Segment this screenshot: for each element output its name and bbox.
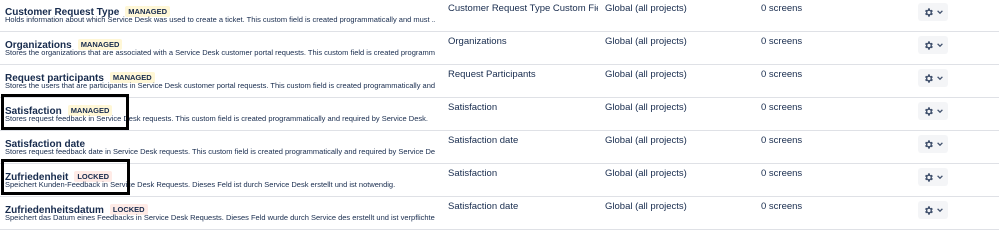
actions-button[interactable] (918, 69, 948, 87)
field-context: Satisfaction (448, 168, 498, 179)
chevron-down-icon (936, 208, 943, 213)
field-screens[interactable]: 0 screens (761, 135, 802, 146)
field-screens[interactable]: 0 screens (761, 69, 802, 80)
table-row: Customer Request Type MANAGED Holds infor… (0, 0, 999, 32)
table-row: Zufriedenheitsdatum LOCKED Speichert das … (0, 198, 999, 230)
field-scope: Global (all projects) (605, 135, 687, 146)
table-row: Zufriedenheit LOCKED Speichert Kunden-Fee… (0, 165, 999, 197)
field-scope: Global (all projects) (605, 3, 687, 14)
actions-button[interactable] (918, 135, 948, 153)
field-description: Stores the organizations that are associ… (5, 48, 435, 57)
field-description: Stores request feedback date in Service … (5, 147, 435, 156)
field-context: Request Participants (448, 69, 536, 80)
field-description: Holds information about which Service De… (5, 15, 435, 24)
gear-icon (924, 40, 933, 50)
field-scope: Global (all projects) (605, 69, 687, 80)
field-context: Satisfaction (448, 102, 498, 113)
gear-icon (924, 106, 933, 116)
table-row: Organizations MANAGED Stores the organiza… (0, 33, 999, 65)
table-row: Request participants MANAGED Stores the u… (0, 66, 999, 98)
field-description: Speichert Kunden-Feedback in Service Des… (5, 180, 396, 189)
actions-button[interactable] (918, 3, 948, 21)
field-screens[interactable]: 0 screens (761, 3, 802, 14)
field-screens[interactable]: 0 screens (761, 102, 802, 113)
actions-button[interactable] (918, 36, 948, 54)
field-scope: Global (all projects) (605, 168, 687, 179)
field-description: Stores request feedback in Service Desk … (5, 114, 428, 123)
gear-icon (924, 205, 933, 215)
field-screens[interactable]: 0 screens (761, 36, 802, 47)
gear-icon (924, 73, 933, 83)
field-scope: Global (all projects) (605, 36, 687, 47)
chevron-down-icon (936, 142, 943, 147)
chevron-down-icon (936, 76, 943, 81)
actions-button[interactable] (918, 102, 948, 120)
chevron-down-icon (936, 43, 943, 48)
actions-button[interactable] (918, 201, 948, 219)
field-description: Stores the users that are participants i… (5, 81, 435, 90)
field-scope: Global (all projects) (605, 102, 687, 113)
gear-icon (924, 172, 933, 182)
field-scope: Global (all projects) (605, 201, 687, 212)
field-context: Satisfaction date (448, 201, 519, 212)
field-context: Satisfaction date (448, 135, 519, 146)
table-row: Satisfaction MANAGED Stores request feedb… (0, 99, 999, 131)
gear-icon (924, 7, 933, 17)
field-context: Organizations (448, 36, 507, 47)
field-context: Customer Request Type Custom Fie... (448, 3, 598, 14)
field-screens[interactable]: 0 screens (761, 168, 802, 179)
chevron-down-icon (936, 175, 943, 180)
field-screens[interactable]: 0 screens (761, 201, 802, 212)
table-row: Satisfaction date Stores request feedbac… (0, 132, 999, 164)
chevron-down-icon (936, 109, 943, 114)
actions-button[interactable] (918, 168, 948, 186)
field-description: Speichert das Datum eines Feedbacks in S… (5, 213, 435, 222)
chevron-down-icon (936, 10, 943, 15)
gear-icon (924, 139, 933, 149)
